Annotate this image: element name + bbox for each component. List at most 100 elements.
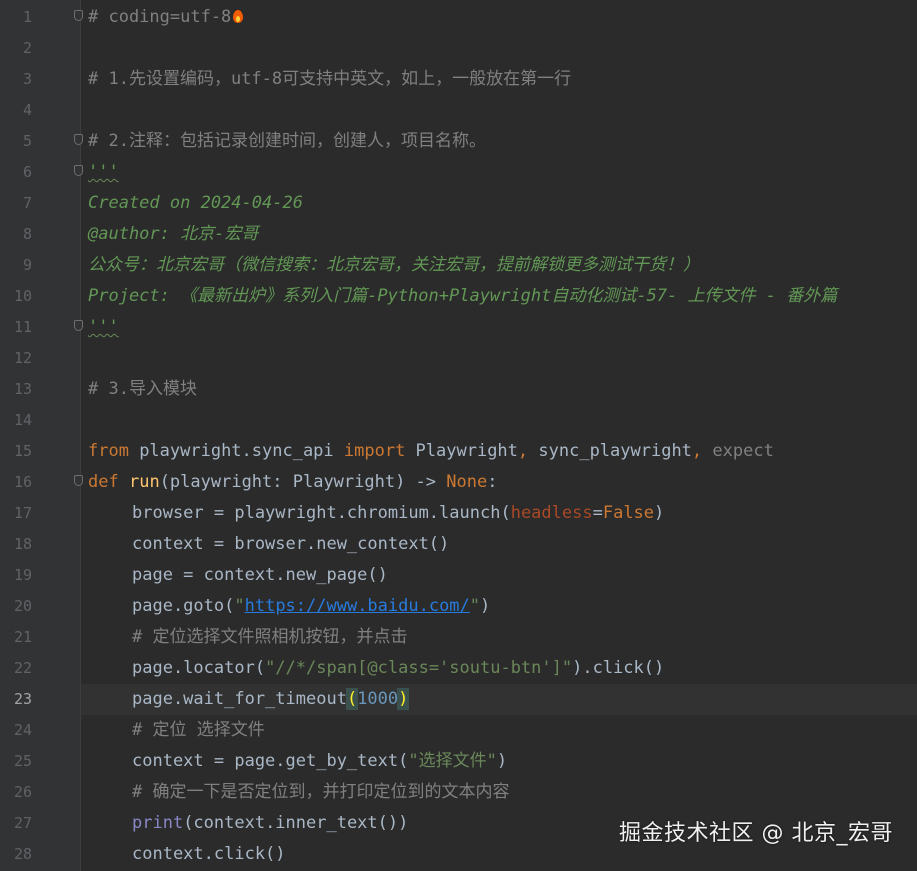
code-token: page = context.new_page() [132, 565, 388, 585]
code-line[interactable]: 12 [0, 343, 917, 374]
line-number: 14 [13, 411, 32, 429]
line-number: 22 [13, 659, 32, 677]
code-line[interactable]: 25 context = page.get_by_text("选择文件") [0, 746, 917, 777]
line-number: 21 [13, 628, 32, 646]
code-line[interactable]: 6 ''' [0, 157, 917, 188]
code-token: import [343, 441, 406, 461]
code-token: "//*/span[@class='soutu-btn']" [265, 658, 573, 678]
code-token: ) [480, 596, 491, 616]
code-line[interactable]: 2 [0, 33, 917, 64]
code-editor[interactable]: 1 # coding=utf-8 2 3 # 1.先设置编码，utf-8可支持中英文，如… [0, 0, 917, 871]
line-number: 17 [13, 504, 32, 522]
code-token: sync_playwright [528, 441, 692, 461]
code-token: " [469, 596, 481, 616]
line-number: 3 [22, 70, 32, 88]
line-number: 4 [22, 101, 32, 119]
code-line[interactable]: 15 from playwright.sync_api import Playwr… [0, 436, 917, 467]
code-line[interactable]: 11 ''' [0, 312, 917, 343]
code-text: context = browser.new_context() [132, 533, 449, 555]
code-token: , [691, 441, 703, 461]
line-number: 10 [13, 287, 32, 305]
code-line[interactable]: 22 page.locator("//*/span[@class='soutu-b… [0, 653, 917, 684]
code-token: ) [654, 503, 665, 523]
code-text: 公众号：北京宏哥（微信搜索：北京宏哥，关注宏哥，提前解锁更多测试干货！） [88, 254, 700, 276]
code-line[interactable]: 4 [0, 95, 917, 126]
code-text: print(context.inner_text()) [132, 812, 408, 834]
code-token: (context.inner_text()) [183, 813, 409, 833]
code-token: context = page.get_by_text( [132, 751, 409, 771]
code-token: , [517, 441, 529, 461]
line-number: 7 [22, 194, 32, 212]
code-token: context = browser.new_context() [132, 534, 450, 554]
code-token: ) [496, 751, 508, 771]
line-number: 23 [13, 690, 32, 708]
code-line[interactable]: 16 def run(playwright: Playwright) -> Non… [0, 467, 917, 498]
line-number: 8 [22, 225, 32, 243]
code-line[interactable]: 1 # coding=utf-8 [0, 2, 917, 33]
code-line[interactable]: 26 # 确定一下是否定位到，并打印定位到的文本内容 [0, 777, 917, 808]
code-text: page.wait_for_timeout(1000) [132, 688, 410, 710]
code-token: " [234, 596, 245, 616]
fold-marker-icon[interactable] [74, 475, 83, 486]
line-number: 6 [22, 163, 32, 181]
code-line[interactable]: 21 # 定位选择文件照相机按钮，并点击 [0, 622, 917, 653]
code-line[interactable]: 7 Created on 2024-04-26 [0, 188, 917, 219]
line-number: 15 [13, 442, 32, 460]
line-number: 24 [13, 721, 32, 739]
code-token: from [88, 441, 129, 461]
code-line[interactable]: 19 page = context.new_page() [0, 560, 917, 591]
code-line[interactable]: 17 browser = playwright.chromium.launch(h… [0, 498, 917, 529]
code-token: # 确定一下是否定位到，并打印定位到的文本内容 [132, 782, 510, 802]
code-line[interactable]: 9 公众号：北京宏哥（微信搜索：北京宏哥，关注宏哥，提前解锁更多测试干货！） [0, 250, 917, 281]
code-token: # coding=utf-8 [88, 7, 232, 27]
code-token: page.locator( [132, 658, 266, 678]
watermark: 掘金技术社区 @ 北京_宏哥 [619, 821, 893, 846]
fold-marker-icon[interactable] [74, 134, 83, 145]
code-text: # 2.注释：包括记录创建时间，创建人，项目名称。 [88, 130, 486, 152]
code-text: context = page.get_by_text("选择文件") [132, 750, 507, 772]
code-text: browser = playwright.chromium.launch(hea… [132, 502, 664, 524]
line-number: 20 [13, 597, 32, 615]
code-token: False [602, 503, 655, 523]
code-line[interactable]: 23 page.wait_for_timeout(1000) [0, 684, 917, 715]
code-token: # 定位选择文件照相机按钮，并点击 [132, 627, 408, 647]
code-token: ''' [88, 317, 119, 337]
fold-marker-icon[interactable] [74, 320, 83, 331]
code-text: def run(playwright: Playwright) -> None: [88, 471, 497, 493]
line-number: 11 [13, 318, 32, 336]
code-text: # 1.先设置编码，utf-8可支持中英文，如上，一般放在第一行 [88, 68, 571, 90]
code-token: # 2.注释：包括记录创建时间，创建人，项目名称。 [88, 131, 486, 151]
code-token: run [128, 472, 160, 492]
code-token: ).click() [572, 658, 665, 678]
code-line[interactable]: 24 # 定位 选择文件 [0, 715, 917, 746]
line-number: 26 [13, 783, 32, 801]
code-text: page.goto("https://www.baidu.com/") [132, 595, 490, 617]
code-token: : [487, 472, 498, 492]
code-line[interactable]: 5 # 2.注释：包括记录创建时间，创建人，项目名称。 [0, 126, 917, 157]
code-token: = [592, 503, 603, 523]
code-line[interactable]: 14 [0, 405, 917, 436]
code-text: @author: 北京-宏哥 [88, 223, 258, 245]
code-line[interactable]: 3 # 1.先设置编码，utf-8可支持中英文，如上，一般放在第一行 [0, 64, 917, 95]
code-line[interactable]: 10 Project: 《最新出炉》系列入门篇-Python+Playwright… [0, 281, 917, 312]
code-token: ( [345, 688, 359, 710]
line-number: 27 [13, 814, 32, 832]
code-line[interactable]: 18 context = browser.new_context() [0, 529, 917, 560]
fold-marker-icon[interactable] [74, 10, 83, 21]
line-number: 13 [13, 380, 32, 398]
code-token: (playwright: Playwright) -> [159, 472, 447, 492]
line-number: 18 [13, 535, 32, 553]
code-line[interactable]: 20 page.goto("https://www.baidu.com/") [0, 591, 917, 622]
code-token: headless [510, 503, 593, 523]
code-token: # 1.先设置编码，utf-8可支持中英文，如上，一般放在第一行 [88, 69, 572, 89]
code-token: @author: 北京-宏哥 [88, 224, 259, 244]
fold-marker-icon[interactable] [74, 165, 83, 176]
code-line[interactable]: 8 @author: 北京-宏哥 [0, 219, 917, 250]
code-token: page.wait_for_timeout [132, 689, 347, 709]
code-text: page.locator("//*/span[@class='soutu-btn… [132, 657, 664, 679]
code-text: # 定位选择文件照相机按钮，并点击 [132, 626, 407, 648]
code-token: browser = playwright.chromium.launch( [132, 503, 511, 523]
code-line[interactable]: 13 # 3.导入模块 [0, 374, 917, 405]
code-token: context.click() [132, 844, 286, 864]
